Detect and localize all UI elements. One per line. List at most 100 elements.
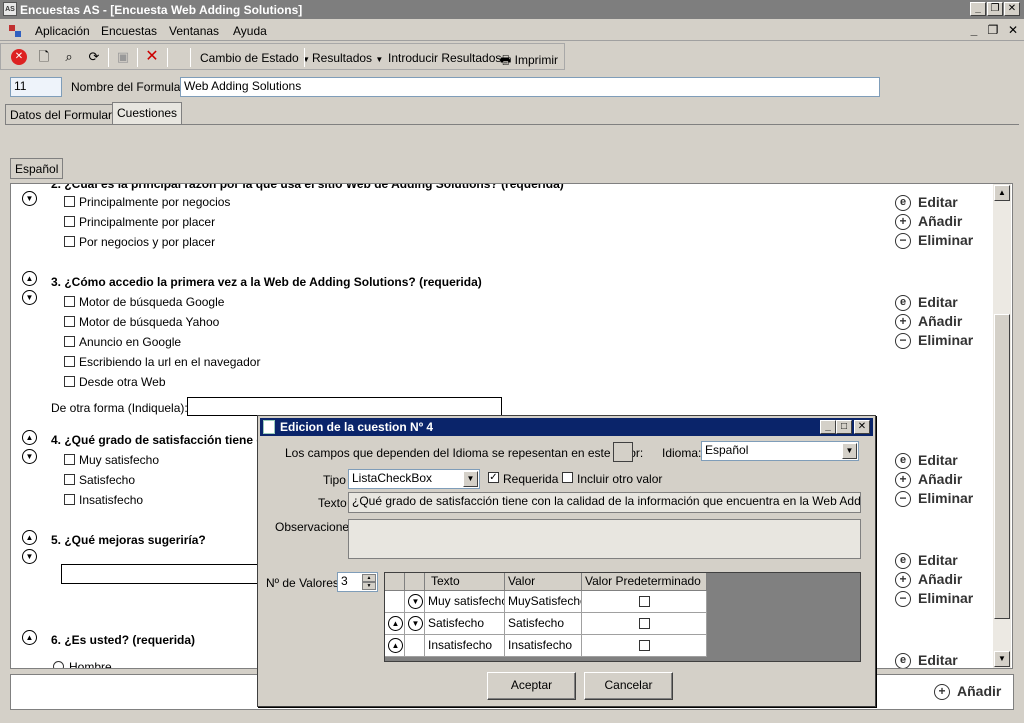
checkbox[interactable] [64, 196, 75, 207]
move-up-icon[interactable]: ▲ [22, 430, 37, 445]
grid-header-valor[interactable]: Valor [505, 573, 582, 591]
num-valores-label: Nº de Valores: [266, 576, 343, 590]
add-icon: + [895, 572, 911, 588]
checkbox[interactable] [64, 216, 75, 227]
default-checkbox[interactable] [638, 596, 650, 607]
grid-header-texto[interactable]: Texto [425, 573, 505, 591]
tab-cuestiones[interactable]: Cuestiones [112, 102, 183, 125]
grid-cell-valor[interactable]: MuySatisfecho [505, 591, 582, 613]
move-down-icon[interactable]: ▼ [22, 191, 37, 206]
remove-icon: − [895, 233, 911, 249]
menu-encuestas[interactable]: Encuestas [101, 24, 157, 38]
delete-icon[interactable]: ✕ [142, 48, 162, 66]
other-label: De otra forma (Indiquela): [51, 401, 188, 415]
tipo-select[interactable]: ListaCheckBox ▼ [348, 469, 480, 489]
move-down-icon[interactable]: ▼ [22, 290, 37, 305]
requerida-checkbox[interactable]: ✓ [488, 472, 499, 483]
radio-button[interactable] [53, 661, 64, 668]
other-input[interactable] [187, 397, 502, 416]
dialog-minimize-icon[interactable]: _ [820, 420, 836, 434]
idioma-label: Idioma: [662, 446, 702, 460]
stepper-up-icon[interactable]: ▲ [362, 574, 376, 582]
dialog-close-icon[interactable]: ✕ [854, 420, 870, 434]
menu-aplicacion[interactable]: Aplicación [35, 24, 90, 38]
tab-language-espanol[interactable]: Español [10, 158, 64, 179]
move-up-icon[interactable]: ▲ [388, 616, 403, 631]
checkbox[interactable] [64, 316, 75, 327]
default-checkbox[interactable] [638, 640, 650, 651]
resultados-button[interactable]: Resultados ▼ [312, 51, 383, 65]
toolbar-separator [190, 48, 191, 67]
dialog-title-bar: Edicion de la cuestion Nº 4 _ □ ✕ [260, 418, 873, 436]
refresh-document-icon[interactable]: ⟳ [84, 48, 104, 66]
stepper-down-icon[interactable]: ▼ [362, 582, 376, 590]
grid-cell-texto[interactable]: Satisfecho [425, 613, 505, 635]
cancel-button[interactable]: Cancelar [584, 672, 673, 700]
incluir-otro-checkbox[interactable] [562, 472, 573, 483]
add-icon: + [934, 684, 950, 700]
checkbox[interactable] [64, 236, 75, 247]
save-icon[interactable]: ▣ [113, 48, 133, 66]
binoculars-icon[interactable]: ⌕ [59, 48, 79, 66]
checkbox[interactable] [64, 454, 75, 465]
scroll-down-icon[interactable]: ▼ [994, 651, 1010, 667]
tab-datos-formulario[interactable]: Datos del Formulario [5, 104, 127, 124]
scroll-thumb[interactable] [994, 314, 1010, 619]
num-valores-stepper[interactable]: 3 ▲ ▼ [337, 572, 378, 592]
grid-header-predeterminado[interactable]: Valor Predeterminado [582, 573, 707, 591]
idioma-select[interactable]: Español ▼ [701, 441, 859, 461]
imprimir-button[interactable]: 🖶 Imprimir [500, 51, 558, 72]
move-up-icon[interactable]: ▲ [22, 271, 37, 286]
grid-cell-texto[interactable]: Insatisfecho [425, 635, 505, 657]
minimize-icon[interactable]: _ [970, 2, 986, 16]
observaciones-field[interactable] [348, 519, 861, 559]
move-down-icon[interactable]: ▼ [408, 594, 423, 609]
vertical-scrollbar[interactable]: ▲ ▼ [993, 184, 1011, 668]
checkbox[interactable] [64, 296, 75, 307]
num-valores-value: 3 [341, 574, 348, 588]
close-icon[interactable]: ✕ [1004, 2, 1020, 16]
move-up-icon[interactable]: ▲ [388, 638, 403, 653]
form-id-field[interactable]: 11 [10, 77, 62, 97]
default-checkbox[interactable] [638, 618, 650, 629]
option-label: Principalmente por placer [79, 215, 216, 229]
mdi-minimize-icon[interactable]: _ [966, 23, 982, 37]
option-label: Anuncio en Google [79, 335, 182, 349]
cambio-estado-button[interactable]: Cambio de Estado ▼ [200, 51, 310, 65]
grid-cell-valor[interactable]: Insatisfecho [505, 635, 582, 657]
menu-ayuda[interactable]: Ayuda [233, 24, 267, 38]
grid-cell-valor[interactable]: Satisfecho [505, 613, 582, 635]
grid-cell: ▼ [405, 591, 425, 613]
introducir-resultados-button[interactable]: Introducir Resultados [388, 51, 501, 65]
checkbox[interactable] [64, 336, 75, 347]
checkbox[interactable] [64, 376, 75, 387]
scroll-up-icon[interactable]: ▲ [994, 185, 1010, 201]
move-up-icon[interactable]: ▲ [22, 630, 37, 645]
add-label: Añadir [918, 313, 963, 329]
chevron-down-icon: ▼ [463, 471, 478, 487]
texto-field[interactable]: ¿Qué grado de satisfacción tiene con la … [348, 492, 861, 513]
move-down-icon[interactable]: ▼ [408, 616, 423, 631]
mdi-close-icon[interactable]: ✕ [1005, 23, 1021, 37]
restore-icon[interactable]: ❐ [987, 2, 1003, 16]
new-document-icon[interactable]: 🗋 [34, 48, 54, 66]
checkbox[interactable] [64, 494, 75, 505]
grid-cell [582, 635, 707, 657]
grid-cell [385, 591, 405, 613]
grid-cell-texto[interactable]: Muy satisfecho [425, 591, 505, 613]
title-bar: AS Encuestas AS - [Encuesta Web Adding S… [0, 0, 1024, 19]
checkbox[interactable] [64, 474, 75, 485]
mdi-restore-icon[interactable]: ❐ [985, 23, 1001, 37]
accept-button[interactable]: Aceptar [487, 672, 576, 700]
move-down-icon[interactable]: ▼ [22, 549, 37, 564]
form-name-field[interactable]: Web Adding Solutions [180, 77, 880, 97]
move-down-icon[interactable]: ▼ [22, 449, 37, 464]
cambio-estado-label: Cambio de Estado [200, 51, 299, 65]
checkbox[interactable] [64, 356, 75, 367]
menu-ventanas[interactable]: Ventanas [169, 24, 219, 38]
cancel-red-icon[interactable]: ✕ [9, 48, 29, 66]
dialog-maximize-icon[interactable]: □ [836, 420, 852, 434]
move-up-icon[interactable]: ▲ [22, 530, 37, 545]
suggestions-input[interactable] [61, 564, 261, 584]
document-icon [263, 420, 275, 434]
